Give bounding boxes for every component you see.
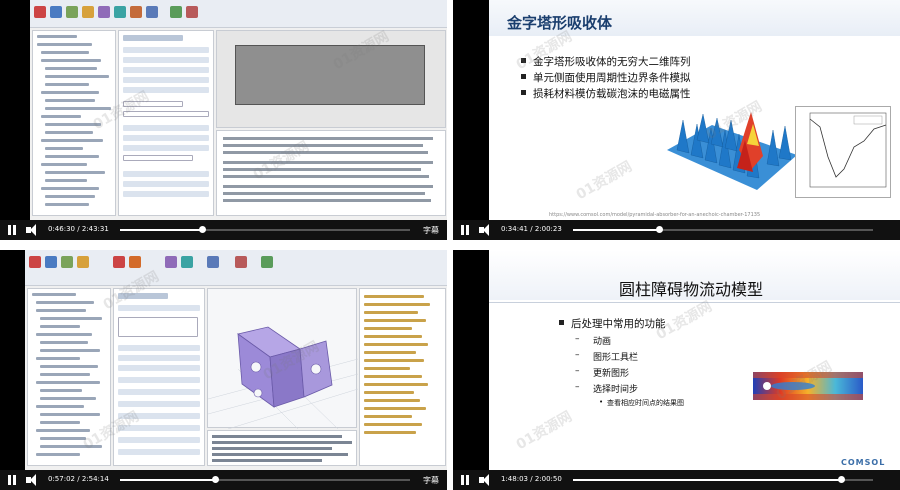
results-table (216, 130, 446, 216)
video-control-bar: 1:48:03 / 2:00:50 (453, 470, 900, 490)
video-control-bar: 0:34:41 / 2:00:23 (453, 220, 900, 240)
progress-handle[interactable] (838, 476, 846, 483)
time-display: 0:34:41 / 2:00:23 (501, 225, 562, 233)
comsol-screen-1 (30, 0, 447, 220)
video-grid: 01资源网 01资源网 01资源网 0:46:30 / 2:43:31 字幕 金… (0, 0, 900, 490)
video-control-bar: 0:57:02 / 2:54:14 字幕 (0, 470, 447, 490)
material-library-panel (359, 288, 446, 466)
model-builder-tree (32, 30, 116, 216)
slide-screen-2: 金字塔形吸收体 金字塔形吸收体的无穷大二维阵列 单元侧面使用周期性边界条件模拟 … (489, 0, 900, 220)
file-icon[interactable] (29, 256, 41, 268)
letterbox-left (0, 0, 30, 220)
volume-icon[interactable] (479, 474, 493, 486)
comsol-screen-3 (25, 250, 447, 470)
ribbon-toolbar (25, 250, 447, 286)
volume-icon[interactable] (26, 474, 40, 486)
slide-title: 金字塔形吸收体 (507, 14, 613, 32)
slide-bullet: 单元侧面使用周期性边界条件模拟 (521, 72, 691, 84)
results-icon[interactable] (207, 256, 219, 268)
model-icon[interactable] (50, 6, 62, 18)
video-player-1[interactable]: 01资源网 01资源网 01资源网 0:46:30 / 2:43:31 字幕 (0, 0, 447, 240)
progress-bar[interactable] (573, 476, 873, 483)
bracket-3d-model (207, 326, 359, 430)
slide-sub-bullet: 选择时间步 (575, 382, 638, 395)
study-icon[interactable] (130, 6, 142, 18)
settings-panel (118, 30, 214, 216)
slide-bullet: 后处理中常用的功能 (559, 318, 666, 330)
study-icon[interactable] (129, 256, 141, 268)
slide-bullet: 损耗材料模仿载碳泡沫的电磁属性 (521, 88, 691, 100)
slide-title: 圆柱障碍物流动模型 (619, 280, 764, 299)
title-divider (489, 302, 900, 303)
video-player-3[interactable]: 01资源网 01资源网 01资源网 0:57:02 / 2:54:14 字幕 (0, 250, 447, 490)
windows-icon[interactable] (235, 256, 247, 268)
volume-icon[interactable] (26, 224, 40, 236)
settings-panel (113, 288, 205, 466)
slide-sub-bullet: 图形工具栏 (575, 350, 638, 363)
time-display: 0:57:02 / 2:54:14 (48, 475, 109, 483)
progress-bar[interactable] (120, 476, 410, 483)
pause-icon[interactable] (8, 225, 16, 235)
compute-icon[interactable] (170, 6, 182, 18)
progress-handle[interactable] (199, 226, 207, 233)
comsol-logo: COMSOL (841, 458, 886, 467)
time-display: 0:46:30 / 2:43:31 (48, 225, 109, 233)
material-icon[interactable] (77, 256, 89, 268)
pause-icon[interactable] (8, 475, 16, 485)
slide-bullet: 金字塔形吸收体的无穷大二维阵列 (521, 56, 691, 68)
video-player-2[interactable]: 金字塔形吸收体 金字塔形吸收体的无穷大二维阵列 单元侧面使用周期性边界条件模拟 … (453, 0, 900, 240)
model-builder-tree (27, 288, 111, 466)
mesh-icon[interactable] (114, 6, 126, 18)
pause-icon[interactable] (461, 225, 469, 235)
plot-area (235, 45, 425, 105)
ribbon-toolbar (30, 0, 447, 28)
progress-bar[interactable] (573, 226, 873, 233)
geometry-icon[interactable] (61, 256, 73, 268)
video-player-4[interactable]: 圆柱障碍物流动模型 后处理中常用的功能 动画 图形工具栏 更新图形 选择时间步 … (453, 250, 900, 490)
subtitle-button[interactable]: 字幕 (423, 225, 439, 236)
slide-screen-4: 圆柱障碍物流动模型 后处理中常用的功能 动画 图形工具栏 更新图形 选择时间步 … (489, 250, 900, 470)
progress-bar[interactable] (120, 226, 410, 233)
slide-sub-bullet: 更新图形 (575, 366, 629, 379)
video-control-bar: 0:46:30 / 2:43:31 字幕 (0, 220, 447, 240)
cylinder-flow-image (753, 372, 863, 400)
subtitle-button[interactable]: 字幕 (423, 475, 439, 486)
graphics-window[interactable] (216, 30, 446, 128)
file-icon[interactable] (34, 6, 46, 18)
slide-sub-bullet: 动画 (575, 334, 611, 347)
mesh-icon[interactable] (165, 256, 177, 268)
physics-icon[interactable] (98, 6, 110, 18)
layout-icon[interactable] (261, 256, 273, 268)
absorption-plot (795, 106, 891, 198)
physics-icon[interactable] (113, 256, 125, 268)
progress-handle[interactable] (656, 226, 664, 233)
pyramid-absorber-image (667, 112, 797, 190)
model-url: https://www.comsol.com/model/pyramidal-a… (549, 212, 761, 218)
geometry-icon[interactable] (66, 6, 78, 18)
volume-icon[interactable] (479, 224, 493, 236)
material-icon[interactable] (82, 6, 94, 18)
time-display: 1:48:03 / 2:00:50 (501, 475, 562, 483)
progress-handle[interactable] (211, 476, 219, 483)
message-log (207, 430, 357, 466)
graphics-window[interactable] (207, 288, 359, 430)
slide-sub-sub-bullet: 查看相应时间点的结果图 (599, 398, 684, 408)
results-icon[interactable] (146, 6, 158, 18)
compute-icon[interactable] (181, 256, 193, 268)
stop-icon[interactable] (186, 6, 198, 18)
pause-icon[interactable] (461, 475, 469, 485)
model-icon[interactable] (45, 256, 57, 268)
